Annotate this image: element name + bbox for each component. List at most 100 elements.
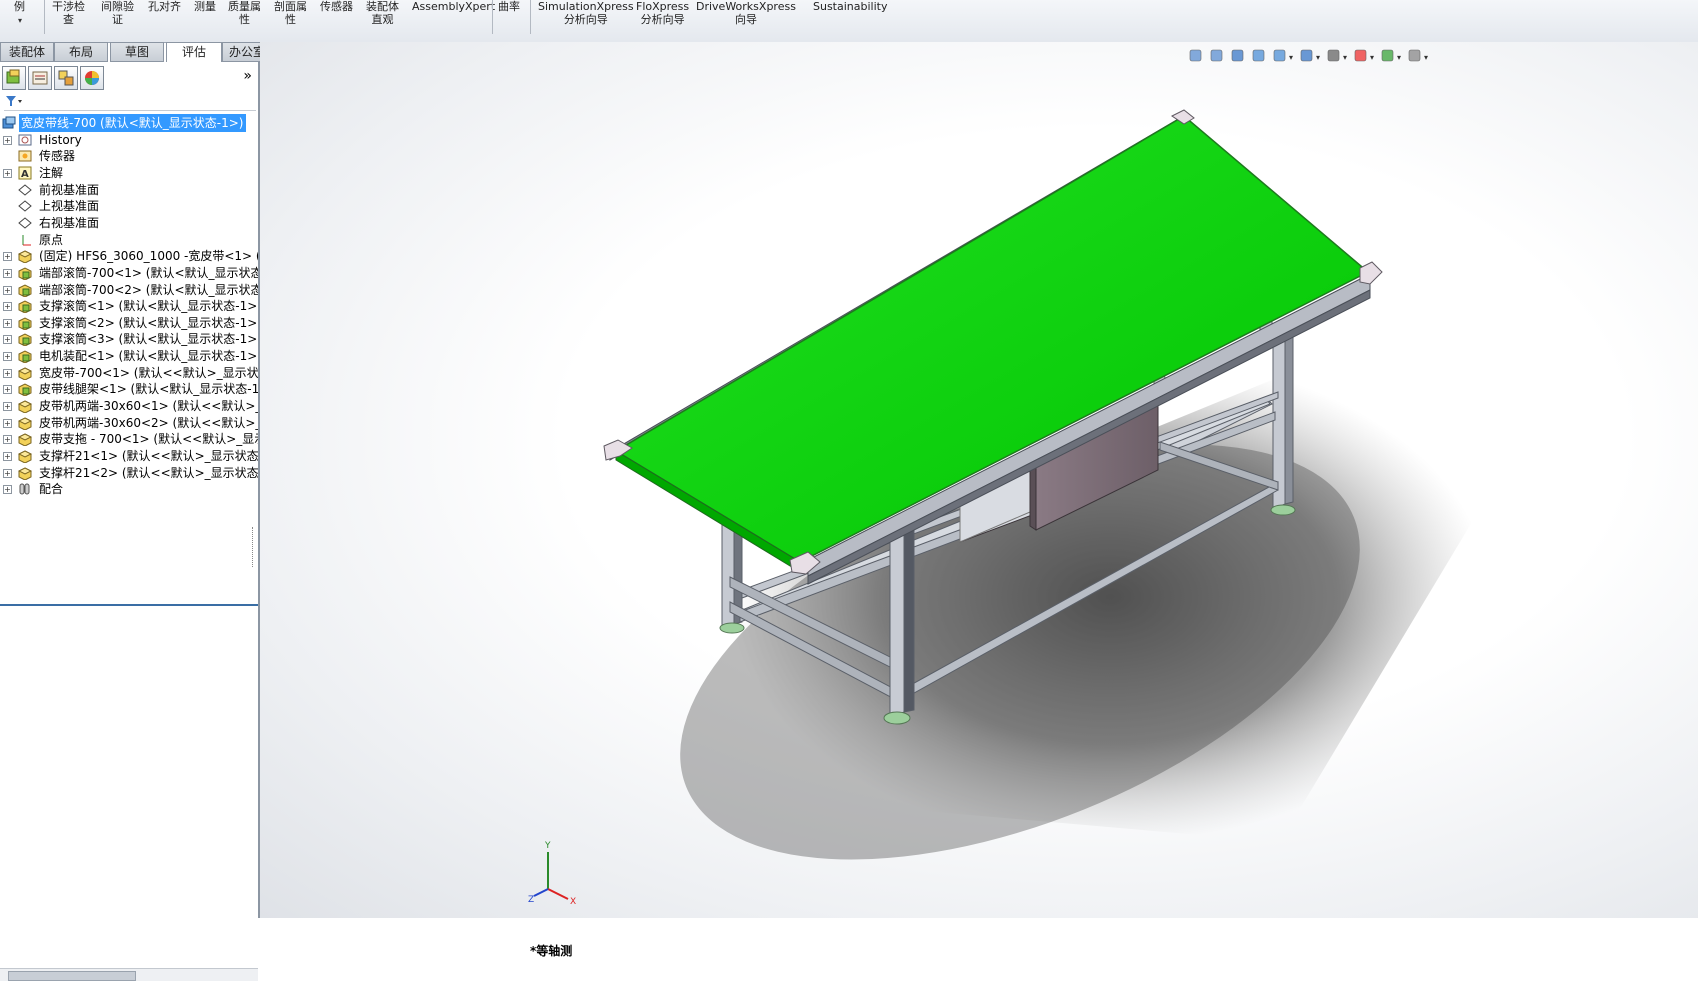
expand-toggle-icon[interactable]: + — [3, 352, 12, 362]
expand-toggle-icon[interactable]: + — [3, 402, 12, 412]
part-icon — [17, 366, 33, 381]
expand-toggle-icon[interactable]: + — [3, 135, 12, 145]
expand-toggle-icon[interactable]: + — [3, 418, 12, 428]
scrollbar-thumb[interactable] — [8, 971, 136, 981]
ribbon-item-0[interactable]: 例 ▾ — [14, 0, 25, 25]
leveling-foot — [1270, 504, 1296, 516]
tree-item-label: 端部滚筒-700<1> (默认<默认_显示状态 — [39, 265, 258, 280]
tree-item-label: 传感器 — [39, 149, 76, 164]
tree-item[interactable]: + 端部滚筒-700<1> (默认<默认_显示状态 — [0, 264, 258, 282]
feature-manager-panel: » 宽皮带线-700 (默认<默认_显示状态-1>) + History 传感器 + A 注… — [0, 62, 260, 981]
tree-item-label: 皮带机两端-30x60<2> (默认<<默认>_显 — [39, 415, 258, 430]
expand-toggle-icon[interactable]: + — [3, 168, 12, 178]
feature-filter[interactable] — [4, 94, 256, 111]
expand-toggle-icon[interactable]: + — [3, 302, 12, 312]
ribbon-separator — [492, 0, 493, 34]
sustainability-button[interactable]: Sustainability — [813, 0, 887, 13]
funnel-icon[interactable] — [4, 94, 24, 108]
expand-toggle-icon[interactable]: + — [3, 335, 12, 345]
section-properties-button[interactable]: 剖面属性 — [274, 0, 307, 26]
tree-item[interactable]: 前视基准面 — [0, 181, 258, 199]
tree-item[interactable]: + (固定) HFS6_3060_1000 -宽皮带<1> (H — [0, 247, 258, 265]
curvature-button[interactable]: 曲率 — [498, 0, 520, 13]
expand-toggle-icon[interactable]: + — [3, 385, 12, 395]
tree-item[interactable]: 宽皮带线-700 (默认<默认_显示状态-1>) — [0, 114, 258, 132]
tab-evaluate[interactable]: 评估 — [166, 42, 222, 63]
tree-item[interactable]: + 配合 — [0, 480, 258, 498]
tab-layout[interactable]: 布局 — [54, 42, 108, 62]
sensor-icon — [18, 149, 32, 163]
expand-toggle-icon[interactable]: + — [3, 368, 12, 378]
panel-tab-strip: » — [0, 66, 258, 90]
graphics-area[interactable]: ▾ ▾ ▾ ▾ ▾ ▾ Y X Z *等轴测 — [260, 42, 1698, 958]
tree-item[interactable]: + 支撑杆21<2> (默认<<默认>_显示状态 : — [0, 464, 258, 482]
expand-toggle-icon[interactable]: + — [3, 452, 12, 461]
tab-sketch[interactable]: 草图 — [110, 42, 164, 62]
triad-y-label: Y — [544, 841, 551, 851]
driveworksxpress-button[interactable]: DriveWorksXpress 向导 — [696, 0, 796, 26]
tree-item-label: 支撑滚筒<1> (默认<默认_显示状态-1>) — [39, 299, 258, 314]
feature-tree-icon — [6, 69, 20, 84]
panel-expand-chevron[interactable]: » — [243, 68, 252, 84]
subassembly-icon — [18, 316, 32, 331]
part-icon — [17, 399, 33, 414]
tree-item[interactable]: + 支撑滚筒<2> (默认<默认_显示状态-1>) — [0, 314, 258, 332]
command-tabs: 装配体 布局 草图 评估 办公室产品 — [0, 42, 300, 63]
tree-item[interactable]: + 支撑杆21<1> (默认<<默认>_显示状态 : — [0, 447, 258, 465]
expand-toggle-icon[interactable]: + — [3, 468, 12, 478]
tree-item-label: History — [39, 132, 82, 147]
horizontal-scrollbar[interactable] — [0, 968, 258, 981]
expand-toggle-icon[interactable]: + — [3, 485, 12, 495]
tree-item[interactable]: + 皮带机两端-30x60<2> (默认<<默认>_显 — [0, 414, 258, 432]
tab-assembly[interactable]: 装配体 — [0, 42, 54, 62]
leveling-foot — [883, 711, 911, 725]
property-manager-icon — [32, 71, 48, 85]
tree-item[interactable]: + 端部滚筒-700<2> (默认<默认_显示状态 — [0, 281, 258, 299]
sensor-button[interactable]: 传感器 — [320, 0, 353, 13]
hole-alignment-button[interactable]: 孔对齐 — [148, 0, 181, 13]
subassembly-icon — [18, 299, 32, 314]
tree-item-label: 支撑杆21<2> (默认<<默认>_显示状态 : — [39, 465, 258, 480]
interference-check-button[interactable]: 干涉检查 — [52, 0, 85, 26]
tree-item[interactable]: 上视基准面 — [0, 197, 258, 215]
display-manager-tab[interactable] — [80, 66, 104, 90]
assembly-icon — [2, 116, 16, 130]
mass-properties-button[interactable]: 质量属性 — [228, 0, 261, 26]
tree-item-label: 原点 — [39, 232, 64, 247]
property-manager-tab[interactable] — [28, 66, 52, 90]
expand-toggle-icon[interactable]: + — [3, 252, 12, 262]
tree-item[interactable]: 传感器 — [0, 147, 258, 165]
tree-item[interactable]: + 皮带支拖 - 700<1> (默认<<默认>_显示 — [0, 430, 258, 448]
conveyor-model[interactable] — [260, 42, 1698, 918]
assemblyxpert-button[interactable]: AssemblyXpert — [412, 0, 495, 13]
subassembly-icon — [18, 283, 32, 298]
tree-item[interactable]: + 皮带线腿架<1> (默认<默认_显示状态-1: — [0, 380, 258, 398]
view-orientation-label: *等轴测 — [530, 944, 573, 958]
expand-toggle-icon[interactable]: + — [3, 268, 12, 278]
expand-toggle-icon[interactable]: + — [3, 435, 12, 445]
tree-item[interactable]: 原点 — [0, 231, 258, 249]
tree-item[interactable]: + 支撑滚筒<1> (默认<默认_显示状态-1>) — [0, 297, 258, 315]
assembly-visualization-button[interactable]: 装配体 直观 — [366, 0, 399, 26]
tree-end-marker — [0, 604, 258, 606]
tree-item[interactable]: + 皮带机两端-30x60<1> (默认<<默认>_显 — [0, 397, 258, 415]
floxpress-button[interactable]: FloXpress 分析向导 — [636, 0, 689, 26]
tree-item[interactable]: + 支撑滚筒<3> (默认<默认_显示状态-1>) — [0, 330, 258, 348]
measure-button[interactable]: 测量 — [194, 0, 216, 13]
expand-toggle-icon[interactable]: + — [3, 318, 12, 328]
tree-item[interactable]: + History — [0, 131, 258, 149]
feature-manager-tab[interactable] — [2, 66, 26, 90]
tree-item[interactable]: + 电机装配<1> (默认<默认_显示状态-1>) — [0, 347, 258, 365]
tree-item[interactable]: + A 注解 — [0, 164, 258, 182]
configuration-manager-tab[interactable] — [54, 66, 78, 90]
subassembly-icon — [18, 332, 32, 347]
mates-icon — [18, 482, 32, 496]
tree-item-label: 支撑杆21<1> (默认<<默认>_显示状态 : — [39, 449, 258, 463]
ribbon-separator — [44, 0, 45, 34]
tree-item[interactable]: 右视基准面 — [0, 214, 258, 232]
expand-toggle-icon[interactable]: + — [3, 285, 12, 295]
tree-item[interactable]: + 宽皮带-700<1> (默认<<默认>_显示状态 — [0, 364, 258, 382]
clearance-verification-button[interactable]: 间隙验证 — [101, 0, 134, 26]
history-icon — [18, 133, 32, 147]
simulationxpress-button[interactable]: SimulationXpress 分析向导 — [538, 0, 634, 26]
